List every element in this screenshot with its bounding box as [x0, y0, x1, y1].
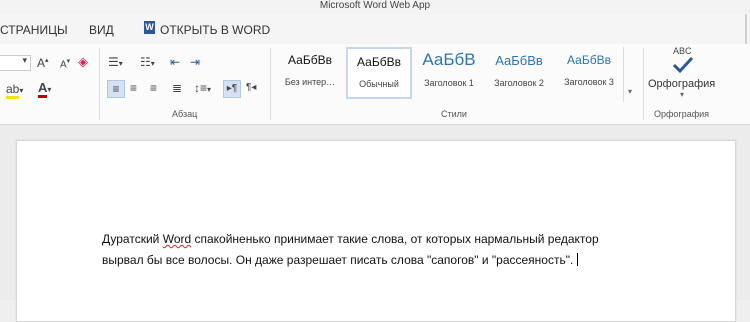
styles-gallery-scroll[interactable]: ▾: [623, 47, 640, 102]
shrink-font-icon[interactable]: A▾: [60, 57, 70, 70]
text-cursor: [577, 253, 579, 266]
align-right-icon[interactable]: ≡: [150, 81, 157, 95]
chevron-down-icon: ▾: [628, 87, 633, 96]
increase-indent-icon[interactable]: ⇥: [190, 55, 200, 69]
spelling-label: Орфография: [648, 78, 716, 90]
ltr-direction-icon[interactable]: ▸¶: [223, 80, 241, 98]
paragraph-group-label: Абзац: [172, 109, 198, 119]
rtl-direction-icon[interactable]: ¶◂: [246, 82, 256, 93]
numbering-icon[interactable]: ☷▾: [140, 55, 155, 69]
clear-formatting-icon[interactable]: ◈: [78, 54, 88, 70]
spelling-group-label: Орфография: [654, 109, 710, 119]
decrease-indent-icon[interactable]: ⇤: [170, 55, 180, 69]
style-name: Заголовок 1: [424, 78, 474, 88]
window-edge: [745, 14, 747, 44]
style-sample: АаБбВв: [567, 53, 611, 67]
style-sample: АаБбВ: [422, 50, 476, 69]
style-name: Заголовок 2: [494, 78, 544, 88]
styles-group-label: Стили: [441, 109, 467, 119]
ribbon-separator: [643, 48, 644, 120]
ribbon-separator: [99, 48, 100, 120]
misspelled-word[interactable]: Word: [163, 232, 191, 246]
menu-pages[interactable]: СТРАНИЦЫ: [0, 23, 68, 37]
style-sample: АаБбВв: [357, 55, 401, 69]
spelling-button[interactable]: ABC Орфография ▾: [648, 46, 720, 104]
open-in-word-button[interactable]: ОТКРЫТЬ В WORD: [160, 23, 270, 37]
bullets-icon[interactable]: ☰▾: [108, 55, 123, 69]
font-color-icon[interactable]: A▾: [38, 80, 51, 98]
highlight-color-icon[interactable]: ab▾: [6, 82, 23, 99]
title-bar: Microsoft Word Web App: [0, 0, 750, 14]
chevron-down-icon: ▾: [22, 55, 27, 65]
document-body-text[interactable]: Дуратский Word спакойненько принимает та…: [102, 229, 622, 271]
style-heading-2[interactable]: АаБбВв Заголовок 2: [486, 47, 552, 99]
menu-view[interactable]: ВИД: [89, 23, 114, 37]
menu-bar: СТРАНИЦЫ ВИД ОТКРЫТЬ В WORD: [0, 14, 750, 44]
align-left-icon[interactable]: ≡: [107, 80, 125, 98]
style-normal[interactable]: АаБбВв Обычный: [346, 47, 412, 99]
style-name: Без интер…: [284, 77, 336, 87]
style-heading-3[interactable]: АаБбВв Заголовок 3: [556, 47, 622, 99]
style-name: Заголовок 3: [564, 77, 614, 87]
style-heading-1[interactable]: АаБбВ Заголовок 1: [416, 47, 482, 99]
style-no-spacing[interactable]: АаБбВв Без интер…: [277, 47, 343, 99]
style-name: Обычный: [359, 79, 399, 89]
ribbon-separator: [270, 48, 271, 120]
justify-icon[interactable]: ≣: [172, 81, 182, 95]
abc-label: ABC: [673, 46, 692, 56]
spell-check-icon: [672, 56, 694, 74]
grow-font-icon[interactable]: A▴: [37, 56, 49, 70]
text-run: Дуратский: [102, 232, 163, 246]
align-center-icon[interactable]: ≡: [130, 81, 137, 95]
word-logo-icon: W: [144, 21, 155, 34]
style-sample: АаБбВв: [288, 53, 332, 67]
style-sample: АаБбВв: [495, 53, 543, 68]
window-title: Microsoft Word Web App: [319, 0, 431, 11]
chevron-down-icon: ▾: [680, 90, 685, 99]
font-size-dropdown[interactable]: ▾: [0, 55, 31, 71]
line-spacing-icon[interactable]: ↕≡▾: [194, 81, 211, 95]
